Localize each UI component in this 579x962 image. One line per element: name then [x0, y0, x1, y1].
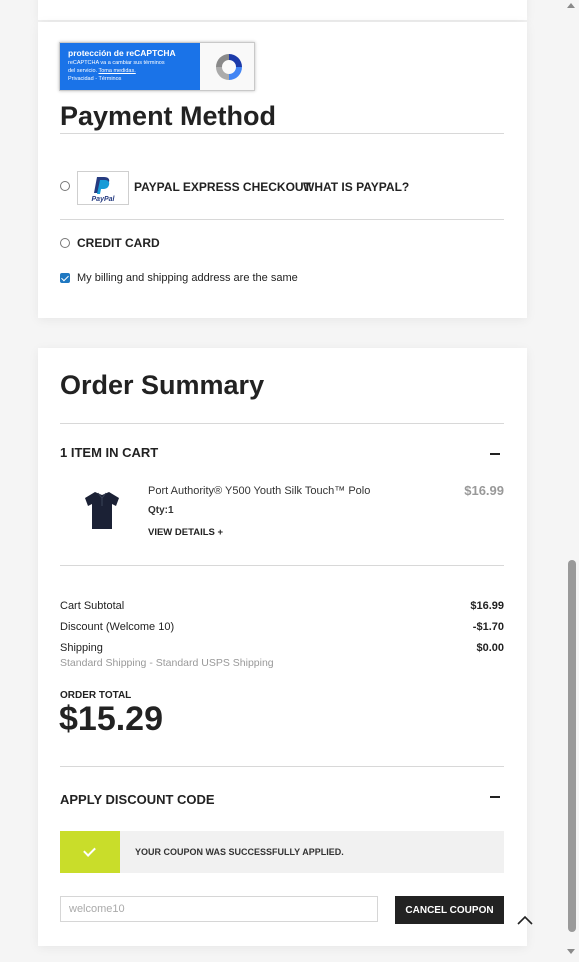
plus-icon: +	[217, 527, 224, 538]
coupon-code-input[interactable]	[60, 896, 378, 922]
recaptcha-take-action-link[interactable]: Toma medidas.	[98, 68, 135, 74]
recaptcha-notice-prefix: del servicio.	[68, 68, 99, 74]
order-summary-title: Order Summary	[60, 370, 265, 400]
paypal-option-label[interactable]: PAYPAL EXPRESS CHECKOUT	[134, 180, 311, 194]
totals-divider	[60, 766, 504, 767]
scrollbar-thumb[interactable]	[568, 560, 576, 932]
subtotal-label: Cart Subtotal	[60, 600, 125, 612]
product-thumbnail[interactable]	[82, 489, 122, 531]
order-title-divider	[60, 423, 504, 424]
order-total-value: $15.29	[59, 700, 163, 738]
previous-section-card	[38, 0, 527, 20]
paypal-icon: PayPal	[92, 177, 116, 203]
shipping-method: Standard Shipping - Standard USPS Shippi…	[60, 657, 274, 669]
recaptcha-links: Privacidad - Términos	[68, 76, 121, 82]
discount-collapse-minus-icon[interactable]	[490, 796, 500, 798]
view-details-toggle[interactable]: VIEW DETAILS +	[148, 527, 223, 538]
scroll-down-arrow-icon[interactable]	[567, 949, 575, 954]
same-address-label[interactable]: My billing and shipping address are the …	[77, 272, 298, 284]
scroll-to-top-chevron-up-icon[interactable]	[514, 909, 536, 931]
coupon-success-text: YOUR COUPON WAS SUCCESSFULLY APPLIED.	[135, 847, 344, 857]
paypal-logo: PayPal	[77, 171, 129, 205]
view-details-label: VIEW DETAILS	[148, 527, 215, 538]
collapse-minus-icon[interactable]	[490, 453, 500, 455]
items-in-cart-toggle[interactable]: 1 ITEM IN CART	[60, 445, 158, 460]
recaptcha-privacy-link[interactable]: Privacidad	[68, 76, 94, 82]
cancel-coupon-button[interactable]: CANCEL COUPON	[395, 896, 504, 924]
shipping-value: $0.00	[476, 642, 504, 654]
page-scrollbar[interactable]	[563, 0, 579, 962]
payment-options-divider	[60, 219, 504, 220]
recaptcha-badge[interactable]: protección de reCAPTCHA reCAPTCHA va a c…	[59, 42, 255, 91]
coupon-success-message: YOUR COUPON WAS SUCCESSFULLY APPLIED.	[60, 831, 504, 873]
payment-title-divider	[60, 133, 504, 134]
product-name: Port Authority® Y500 Youth Silk Touch™ P…	[148, 485, 371, 497]
recaptcha-title: protección de reCAPTCHA	[68, 48, 176, 58]
checkmark-icon	[60, 831, 120, 873]
recaptcha-logo-icon	[216, 54, 242, 80]
credit-card-radio[interactable]	[60, 238, 70, 248]
cart-items-divider	[60, 565, 504, 566]
discount-label: Discount (Welcome 10)	[60, 621, 175, 633]
discount-value: -$1.70	[472, 621, 504, 633]
credit-card-label[interactable]: CREDIT CARD	[77, 236, 160, 250]
scroll-up-arrow-icon[interactable]	[567, 3, 575, 8]
subtotal-value: $16.99	[470, 600, 504, 612]
recaptcha-info-panel: protección de reCAPTCHA reCAPTCHA va a c…	[60, 43, 200, 90]
apply-discount-toggle[interactable]: APPLY DISCOUNT CODE	[60, 792, 215, 807]
same-address-checkbox[interactable]	[60, 273, 70, 283]
recaptcha-terms-link[interactable]: Términos	[98, 76, 121, 82]
what-is-paypal-link[interactable]: WHAT IS PAYPAL?	[303, 180, 409, 194]
shipping-label: Shipping	[60, 642, 103, 654]
payment-method-title: Payment Method	[60, 101, 277, 131]
product-qty: Qty:1	[148, 505, 174, 516]
recaptcha-notice: reCAPTCHA va a cambiar sus términos	[68, 60, 165, 66]
recaptcha-notice-2: del servicio. Toma medidas.	[68, 68, 136, 74]
paypal-radio[interactable]	[60, 181, 70, 191]
product-price: $16.99	[464, 483, 504, 498]
paypal-logo-text: PayPal	[92, 196, 116, 203]
